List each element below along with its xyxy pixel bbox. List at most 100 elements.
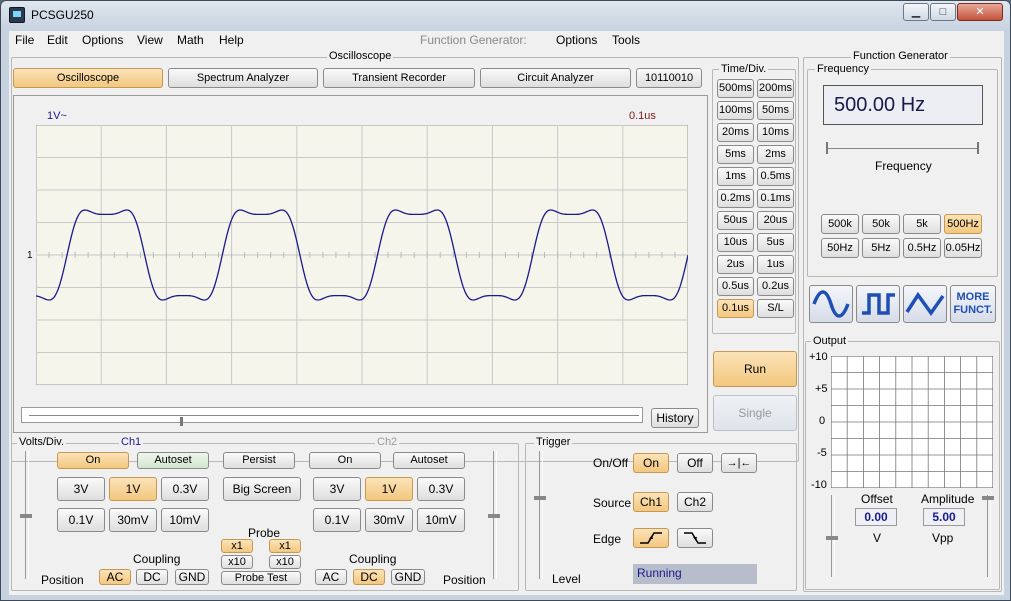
ch1-probe-x1[interactable]: x1 [221, 539, 253, 553]
ch1-3v-button[interactable]: 3V [57, 477, 105, 501]
ch2-3v-button[interactable]: 3V [313, 477, 361, 501]
tab-circuit-analyzer[interactable]: Circuit Analyzer [480, 68, 631, 88]
trigger-source-ch2[interactable]: Ch2 [677, 492, 713, 512]
sine-wave-icon[interactable] [809, 285, 853, 323]
close-button[interactable]: ✕ [957, 3, 1003, 21]
menu-edit[interactable]: Edit [47, 33, 68, 47]
frequency-slider-thumb[interactable] [826, 142, 828, 154]
trigger-level-thumb[interactable] [534, 496, 546, 500]
frequency-range-button[interactable]: 0.05Hz [944, 238, 982, 258]
ch1-10mv-button[interactable]: 10mV [161, 508, 209, 532]
history-button[interactable]: History [651, 408, 699, 428]
ch1-1v-button[interactable]: 1V [109, 477, 157, 501]
timediv-button[interactable]: 10us [717, 233, 754, 252]
timediv-button[interactable]: S/L [757, 299, 794, 318]
trigger-off-button[interactable]: Off [677, 453, 713, 473]
history-thumb[interactable] [180, 417, 183, 426]
menu-file[interactable]: File [15, 33, 34, 47]
triangle-wave-icon[interactable] [903, 285, 947, 323]
tab-logic[interactable]: 10110010 [636, 68, 702, 88]
timediv-button[interactable]: 50us [717, 211, 754, 230]
timediv-button[interactable]: 20ms [717, 123, 754, 142]
probe-test-button[interactable]: Probe Test [221, 571, 301, 585]
persist-button[interactable]: Persist [223, 452, 295, 469]
offset-slider-thumb[interactable] [826, 536, 838, 540]
square-wave-icon[interactable] [856, 285, 900, 323]
timediv-button[interactable]: 2ms [757, 145, 794, 164]
menu-options[interactable]: Options [82, 33, 123, 47]
ch2-30mv-button[interactable]: 30mV [365, 508, 413, 532]
trigger-level-slider[interactable] [539, 451, 543, 579]
maximize-button[interactable]: □ [930, 3, 956, 21]
menu-view[interactable]: View [137, 33, 163, 47]
timediv-button[interactable]: 0.5us [717, 277, 754, 296]
timediv-button[interactable]: 20us [757, 211, 794, 230]
ch2-autoset-button[interactable]: Autoset [393, 452, 465, 469]
frequency-range-button[interactable]: 5k [903, 214, 941, 234]
frequency-range-button[interactable]: 50k [862, 214, 900, 234]
ch2-position-thumb[interactable] [488, 514, 500, 518]
timediv-button[interactable]: 2us [717, 255, 754, 274]
timediv-button[interactable]: 5us [757, 233, 794, 252]
tab-oscilloscope[interactable]: Oscilloscope [13, 68, 163, 88]
ch1-ac-button[interactable]: AC [99, 569, 131, 585]
trigger-on-button[interactable]: On [633, 453, 669, 473]
trigger-source-ch1[interactable]: Ch1 [633, 492, 669, 512]
timediv-button[interactable]: 500ms [717, 79, 754, 98]
ch1-30mv-button[interactable]: 30mV [109, 508, 157, 532]
timediv-button[interactable]: 1us [757, 255, 794, 274]
timediv-button[interactable]: 0.1us [717, 299, 754, 318]
offset-value[interactable]: 0.00 [855, 508, 897, 526]
ch2-0.1v-button[interactable]: 0.1V [313, 508, 361, 532]
menu-help[interactable]: Help [219, 33, 244, 47]
ch1-on-button[interactable]: On [57, 452, 129, 469]
ch2-0.3v-button[interactable]: 0.3V [417, 477, 465, 501]
more-functions-button[interactable]: MORE FUNCT. [950, 285, 996, 323]
run-button[interactable]: Run [713, 351, 797, 387]
ch2-10mv-button[interactable]: 10mV [417, 508, 465, 532]
frequency-range-button[interactable]: 500Hz [944, 214, 982, 234]
menu-fg-tools[interactable]: Tools [612, 33, 640, 47]
single-button[interactable]: Single [713, 395, 797, 431]
ch2-ac-button[interactable]: AC [315, 569, 347, 585]
timediv-button[interactable]: 0.1ms [757, 189, 794, 208]
timediv-button[interactable]: 200ms [757, 79, 794, 98]
timediv-button[interactable]: 50ms [757, 101, 794, 120]
menu-math[interactable]: Math [177, 33, 204, 47]
tab-transient-recorder[interactable]: Transient Recorder [323, 68, 475, 88]
tab-spectrum-analyzer[interactable]: Spectrum Analyzer [168, 68, 318, 88]
timediv-button[interactable]: 5ms [717, 145, 754, 164]
amplitude-value[interactable]: 5.00 [923, 508, 965, 526]
timediv-button[interactable]: 100ms [717, 101, 754, 120]
ch1-position-thumb[interactable] [20, 514, 32, 518]
ch1-0.1v-button[interactable]: 0.1V [57, 508, 105, 532]
amplitude-slider[interactable] [987, 495, 991, 577]
ch1-probe-x10[interactable]: x10 [221, 555, 253, 569]
ch2-dc-button[interactable]: DC [353, 569, 385, 585]
ch1-0.3v-button[interactable]: 0.3V [161, 477, 209, 501]
frequency-range-button[interactable]: 0.5Hz [903, 238, 941, 258]
menu-fg-options[interactable]: Options [556, 33, 597, 47]
frequency-range-button[interactable]: 5Hz [862, 238, 900, 258]
minimize-button[interactable]: ▁ [903, 3, 929, 21]
timediv-button[interactable]: 10ms [757, 123, 794, 142]
timediv-button[interactable]: 0.2us [757, 277, 794, 296]
timediv-button[interactable]: 0.2ms [717, 189, 754, 208]
timediv-button[interactable]: 1ms [717, 167, 754, 186]
ch1-dc-button[interactable]: DC [136, 569, 168, 585]
scope-screen[interactable] [36, 125, 688, 385]
rising-edge-icon[interactable] [633, 528, 669, 548]
frequency-range-button[interactable]: 500k [821, 214, 859, 234]
ch2-1v-button[interactable]: 1V [365, 477, 413, 501]
ch2-gnd-button[interactable]: GND [391, 569, 425, 585]
frequency-slider[interactable] [827, 148, 979, 149]
trigger-center-icon[interactable]: →|← [721, 453, 757, 473]
falling-edge-icon[interactable] [677, 528, 713, 548]
frequency-range-button[interactable]: 50Hz [821, 238, 859, 258]
timediv-button[interactable]: 0.5ms [757, 167, 794, 186]
ch2-probe-x1[interactable]: x1 [269, 539, 301, 553]
ch2-probe-x10[interactable]: x10 [269, 555, 301, 569]
big-screen-button[interactable]: Big Screen [223, 477, 301, 501]
ch1-autoset-button[interactable]: Autoset [137, 452, 209, 469]
ch2-on-button[interactable]: On [309, 452, 381, 469]
